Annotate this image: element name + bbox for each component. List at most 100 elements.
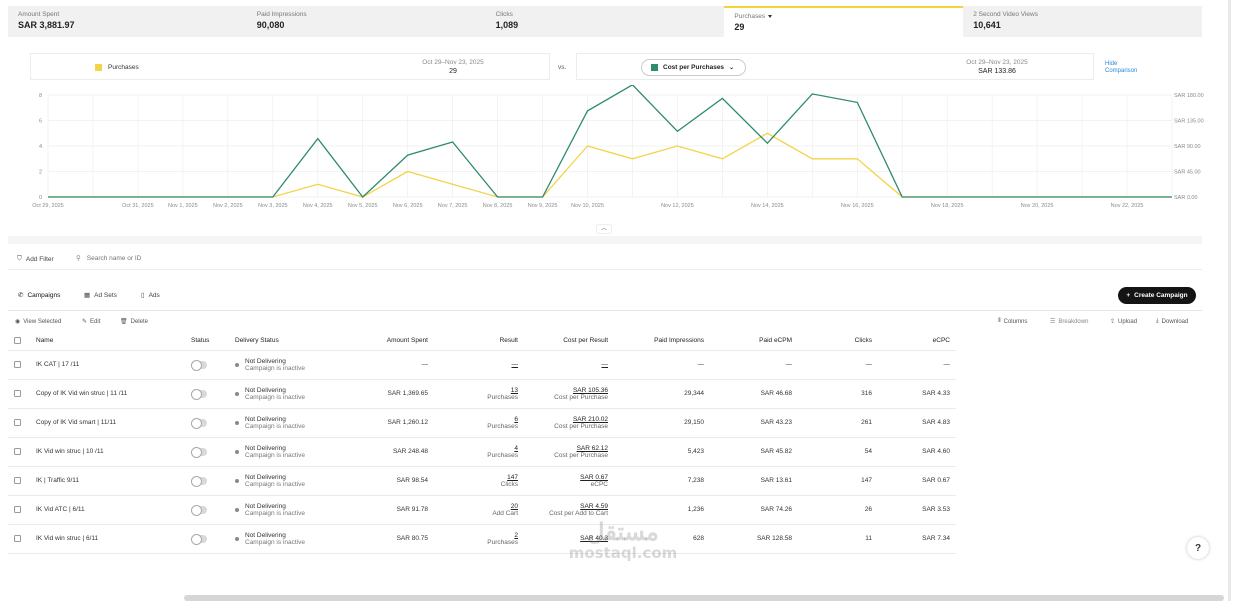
cost-per-result-cell: SAR 105.36 Cost per Purchase [524, 379, 614, 409]
y-tick-label-right: SAR 0.00 [1174, 195, 1198, 201]
campaign-name[interactable]: IK Vid ATC | 6/11 [30, 495, 185, 525]
status-toggle[interactable] [191, 389, 207, 400]
delivery-substatus: Campaign is inactive [245, 364, 305, 372]
col-header-ecpc[interactable]: eCPC [878, 331, 956, 351]
cost-per-result-value[interactable]: SAR 210.02 [530, 416, 608, 423]
caret-down-icon[interactable] [768, 15, 773, 18]
search-box[interactable]: ⚲ [76, 254, 227, 262]
cost-per-result-value[interactable]: SAR 40.3 [530, 535, 608, 542]
tab-campaigns[interactable]: ✆ Campaigns [18, 291, 60, 300]
view-selected-button[interactable]: ◉ View Selected [15, 318, 61, 326]
col-header-status[interactable]: Status [185, 331, 229, 351]
result-value[interactable]: 13 [440, 387, 518, 394]
chevron-down-icon: ⌄ [729, 65, 735, 71]
filter-icon: ⛉ [17, 255, 22, 262]
status-toggle[interactable] [191, 360, 207, 371]
metric-video-views[interactable]: 2 Second Video Views 10,641 [963, 6, 1202, 37]
columns-button[interactable]: ⦀ Columns [998, 318, 1027, 325]
filter-bar: ⛉ Add Filter ⚲ [8, 248, 1202, 270]
table-row[interactable]: Copy of IK Vid smart | 11/11 Not Deliver… [8, 408, 956, 438]
campaign-name[interactable]: IK CAT | 17 /11 [30, 350, 185, 380]
tab-ads[interactable]: ▯ Ads [141, 291, 160, 300]
delivery-status: Not Delivering [245, 415, 286, 423]
result-value[interactable]: 4 [440, 445, 518, 452]
table-row[interactable]: Copy of IK Vid win struc | 11 /11 Not De… [8, 379, 956, 409]
result-value[interactable]: 147 [440, 474, 518, 481]
row-checkbox[interactable] [14, 476, 21, 484]
table-row[interactable]: IK CAT | 17 /11 Not Delivering Campaign i… [8, 350, 956, 380]
status-toggle[interactable] [191, 534, 207, 545]
table-row[interactable]: IK Vid win struc | 6/11 Not Delivering Ca… [8, 524, 956, 554]
delete-label: Delete [130, 318, 148, 325]
search-input[interactable] [86, 254, 227, 262]
ecpc: SAR 4.83 [878, 408, 956, 438]
campaign-name[interactable]: Copy of IK Vid win struc | 11 /11 [30, 379, 185, 409]
col-header-paid-ecpm[interactable]: Paid eCPM [710, 331, 798, 351]
collapse-chart-button[interactable]: ︿ [596, 224, 612, 234]
clicks: 26 [798, 495, 878, 525]
add-filter-button[interactable]: ⛉ Add Filter [17, 255, 54, 263]
hide-comparison-link[interactable]: Hide Comparison [1105, 61, 1145, 75]
table-row[interactable]: IK Vid win struc | 10 /11 Not Delivering… [8, 437, 956, 467]
paid-impressions: 29,344 [614, 379, 710, 409]
status-toggle[interactable] [191, 447, 207, 458]
col-header-paid-impressions[interactable]: Paid Impressions [614, 331, 710, 351]
result-value[interactable]: — [440, 361, 519, 368]
row-checkbox[interactable] [14, 447, 21, 455]
tab-ad-sets[interactable]: ▦ Ad Sets [84, 291, 117, 300]
table-row[interactable]: IK | Traffic 9/11 Not Delivering Campaign… [8, 466, 956, 496]
horizontal-scrollbar[interactable] [184, 595, 1224, 601]
download-button[interactable]: ⤓ Download [1156, 318, 1188, 325]
delete-button[interactable]: 🗑 Delete [120, 318, 148, 326]
col-header-name[interactable]: Name [30, 331, 185, 351]
metric-paid-impressions[interactable]: Paid Impressions 90,080 [247, 6, 486, 37]
cost-per-result-value[interactable]: SAR 0.67 [530, 474, 608, 481]
status-toggle[interactable] [191, 476, 207, 487]
y-tick-label-left: 8 [39, 93, 42, 99]
metric-label: Purchases [734, 13, 766, 20]
cost-per-result-value[interactable]: — [530, 361, 609, 368]
x-tick-label: Nov 3, 2025 [258, 203, 288, 209]
amount-spent: SAR 98.54 [349, 466, 434, 496]
breakdown-button[interactable]: ☰ Breakdown [1050, 318, 1088, 326]
col-header-result[interactable]: Result [434, 331, 524, 351]
row-checkbox[interactable] [14, 418, 21, 426]
col-header-amount-spent[interactable]: Amount Spent [349, 331, 434, 351]
metric-label-wrap: Purchases [734, 13, 953, 20]
status-toggle[interactable] [191, 418, 207, 429]
edit-button[interactable]: ✎ Edit [82, 318, 100, 326]
campaign-name[interactable]: IK | Traffic 9/11 [30, 466, 185, 496]
y-tick-label-right: SAR 180.00 [1174, 93, 1204, 99]
status-dot-icon [235, 536, 239, 541]
col-header-cost-per-result[interactable]: Cost per Result [524, 331, 614, 351]
metric-clicks[interactable]: Clicks 1,089 [486, 6, 725, 37]
pencil-icon: ✎ [82, 319, 88, 325]
upload-button[interactable]: ⇪ Upload [1110, 318, 1137, 326]
paid-ecpm: SAR 74.26 [710, 495, 798, 525]
campaign-name[interactable]: IK Vid win struc | 10 /11 [30, 437, 185, 467]
status-toggle[interactable] [191, 505, 207, 516]
help-icon[interactable]: ? [1187, 537, 1209, 559]
metric-purchases[interactable]: Purchases 29 [724, 6, 964, 37]
cost-per-result-value[interactable]: SAR 4.59 [530, 503, 608, 510]
cost-per-result-value[interactable]: SAR 105.36 [530, 387, 608, 394]
campaign-name[interactable]: IK Vid win struc | 6/11 [30, 524, 185, 554]
row-checkbox[interactable] [14, 505, 21, 513]
table-row[interactable]: IK Vid ATC | 6/11 Not Delivering Campaign… [8, 495, 956, 525]
result-value[interactable]: 6 [440, 416, 518, 423]
col-header-clicks[interactable]: Clicks [798, 331, 878, 351]
create-campaign-button[interactable]: + Create Campaign [1118, 287, 1196, 304]
campaign-name[interactable]: Copy of IK Vid smart | 11/11 [30, 408, 185, 438]
row-checkbox[interactable] [14, 360, 21, 368]
purchases-cost-line-chart: 0 2 4 6 8 SAR 0.00 SAR 45.00 SAR 90.00 SAR 135.0… [32, 85, 1204, 209]
result-value[interactable]: 20 [440, 503, 518, 510]
col-header-delivery[interactable]: Delivery Status [229, 331, 349, 351]
cost-per-result-value[interactable]: SAR 62.12 [530, 445, 608, 452]
amount-spent: SAR 1,369.65 [349, 379, 434, 409]
result-value[interactable]: 2 [440, 532, 518, 539]
metric-amount-spent[interactable]: Amount Spent SAR 3,881.97 [8, 6, 247, 37]
row-checkbox[interactable] [14, 389, 21, 397]
row-checkbox[interactable] [14, 534, 21, 542]
compare-metric-dropdown[interactable]: Cost per Purchases ⌄ [641, 59, 746, 76]
select-all-checkbox[interactable] [14, 336, 21, 344]
